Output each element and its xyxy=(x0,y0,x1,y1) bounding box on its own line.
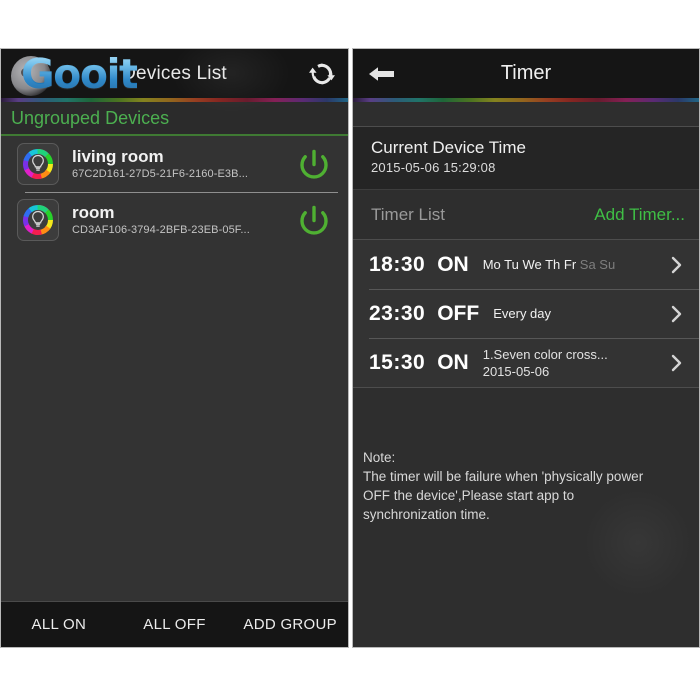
timer-row[interactable]: 18:30 ON Mo Tu We Th Fr Sa Su xyxy=(353,240,699,289)
note-title: Note: xyxy=(363,450,396,465)
timer-list-header: Timer List Add Timer... xyxy=(353,190,699,240)
back-button[interactable] xyxy=(365,61,399,87)
timer-detail: Mo Tu We Th Fr Sa Su xyxy=(469,256,665,273)
device-info: room CD3AF106-3794-2BFB-23EB-05F... xyxy=(59,203,292,238)
timer-days-active: Every day xyxy=(493,306,552,321)
note-line-1: The timer will be failure when 'physical… xyxy=(363,469,644,484)
device-list: living room 67C2D161-27D5-21F6-2160-E3B.… xyxy=(1,136,348,248)
timer-row-chevron[interactable] xyxy=(665,255,687,275)
device-uuid: 67C2D161-27D5-21F6-2160-E3B... xyxy=(72,167,249,180)
power-toggle-button[interactable] xyxy=(292,142,336,186)
devices-bottom-toolbar: ALL ON ALL OFF ADD GROUP xyxy=(1,601,348,647)
rgb-color-wheel-bulb-icon xyxy=(17,143,59,185)
chevron-right-icon xyxy=(671,305,681,322)
refresh-button[interactable] xyxy=(306,58,338,90)
timer-row[interactable]: 23:30 OFF Every day xyxy=(353,289,699,338)
timer-days: Every day xyxy=(493,305,665,322)
rgb-color-wheel-bulb-icon xyxy=(17,199,59,241)
logo-swoosh-icon xyxy=(11,56,51,96)
chevron-right-icon xyxy=(671,256,681,273)
power-icon xyxy=(300,149,328,179)
device-uuid: CD3AF106-3794-2BFB-23EB-05F... xyxy=(72,223,250,236)
timer-detail: Every day xyxy=(479,305,665,322)
power-icon xyxy=(300,205,328,235)
device-row[interactable]: living room 67C2D161-27D5-21F6-2160-E3B.… xyxy=(1,136,348,192)
timer-mode: 1.Seven color cross... xyxy=(482,346,608,362)
current-device-time-section: Current Device Time 2015-05-06 15:29:08 xyxy=(353,127,699,190)
timer-row-chevron[interactable] xyxy=(665,353,687,373)
add-group-button[interactable]: ADD GROUP xyxy=(232,616,348,633)
timer-state: OFF xyxy=(437,301,480,325)
timer-time: 15:30 xyxy=(369,350,426,374)
timer-row-chevron[interactable] xyxy=(665,304,687,324)
timer-date: 2015-05-06 xyxy=(482,363,550,379)
all-on-button[interactable]: ALL ON xyxy=(1,616,117,633)
all-off-button[interactable]: ALL OFF xyxy=(117,616,233,633)
power-toggle-button[interactable] xyxy=(292,198,336,242)
timer-panel: Timer Current Device Time 2015-05-06 15:… xyxy=(352,48,700,648)
timer-detail: 1.Seven color cross... 2015-05-06 xyxy=(469,346,665,380)
logo-wordmark: Gooit xyxy=(21,50,139,98)
timer-state: ON xyxy=(437,350,469,374)
timer-days: Mo Tu We Th Fr Sa Su xyxy=(483,256,665,273)
timer-titlebar: Timer xyxy=(353,49,699,98)
timer-state: ON xyxy=(437,252,469,276)
ungrouped-devices-label: Ungrouped Devices xyxy=(11,107,170,128)
timer-days-inactive: Sa Su xyxy=(579,257,616,272)
timer-time: 23:30 xyxy=(369,301,426,325)
timer-rows: 18:30 ON Mo Tu We Th Fr Sa Su 23:30 OFF … xyxy=(353,240,699,387)
current-device-time-label: Current Device Time xyxy=(371,138,526,157)
device-name: room xyxy=(72,202,115,222)
timer-time: 18:30 xyxy=(369,252,426,276)
device-row[interactable]: room CD3AF106-3794-2BFB-23EB-05F... xyxy=(1,192,348,248)
timer-body: Current Device Time 2015-05-06 15:29:08 … xyxy=(353,102,699,647)
timer-row[interactable]: 15:30 ON 1.Seven color cross... 2015-05-… xyxy=(353,338,699,387)
device-list-empty-area xyxy=(1,248,348,610)
timer-list-label: Timer List xyxy=(371,204,445,224)
devices-list-panel: Devices List Gooit Ungrouped Devices xyxy=(0,48,349,648)
note-section: Note: The timer will be failure when 'ph… xyxy=(353,448,699,598)
current-device-time-value: 2015-05-06 15:29:08 xyxy=(371,160,496,175)
rainbow-divider-left xyxy=(1,98,348,102)
timer-days-active: Mo Tu We Th Fr xyxy=(482,257,577,272)
note-line-2: OFF the device',Please start app to xyxy=(363,488,575,503)
back-arrow-icon xyxy=(369,67,394,81)
top-spacer xyxy=(353,102,699,127)
refresh-sync-icon xyxy=(309,63,335,85)
add-timer-button[interactable]: Add Timer... xyxy=(594,205,685,225)
header-glow xyxy=(171,49,291,113)
screenshot-stage: Devices List Gooit Ungrouped Devices xyxy=(0,0,700,700)
chevron-right-icon xyxy=(671,354,681,371)
note-line-3: synchronization time. xyxy=(363,507,490,522)
timer-list-empty-area xyxy=(353,387,699,448)
device-name: living room xyxy=(72,146,164,166)
timer-page-title: Timer xyxy=(500,62,552,84)
device-info: living room 67C2D161-27D5-21F6-2160-E3B.… xyxy=(59,147,292,182)
devices-list-titlebar: Devices List Gooit xyxy=(1,49,348,113)
